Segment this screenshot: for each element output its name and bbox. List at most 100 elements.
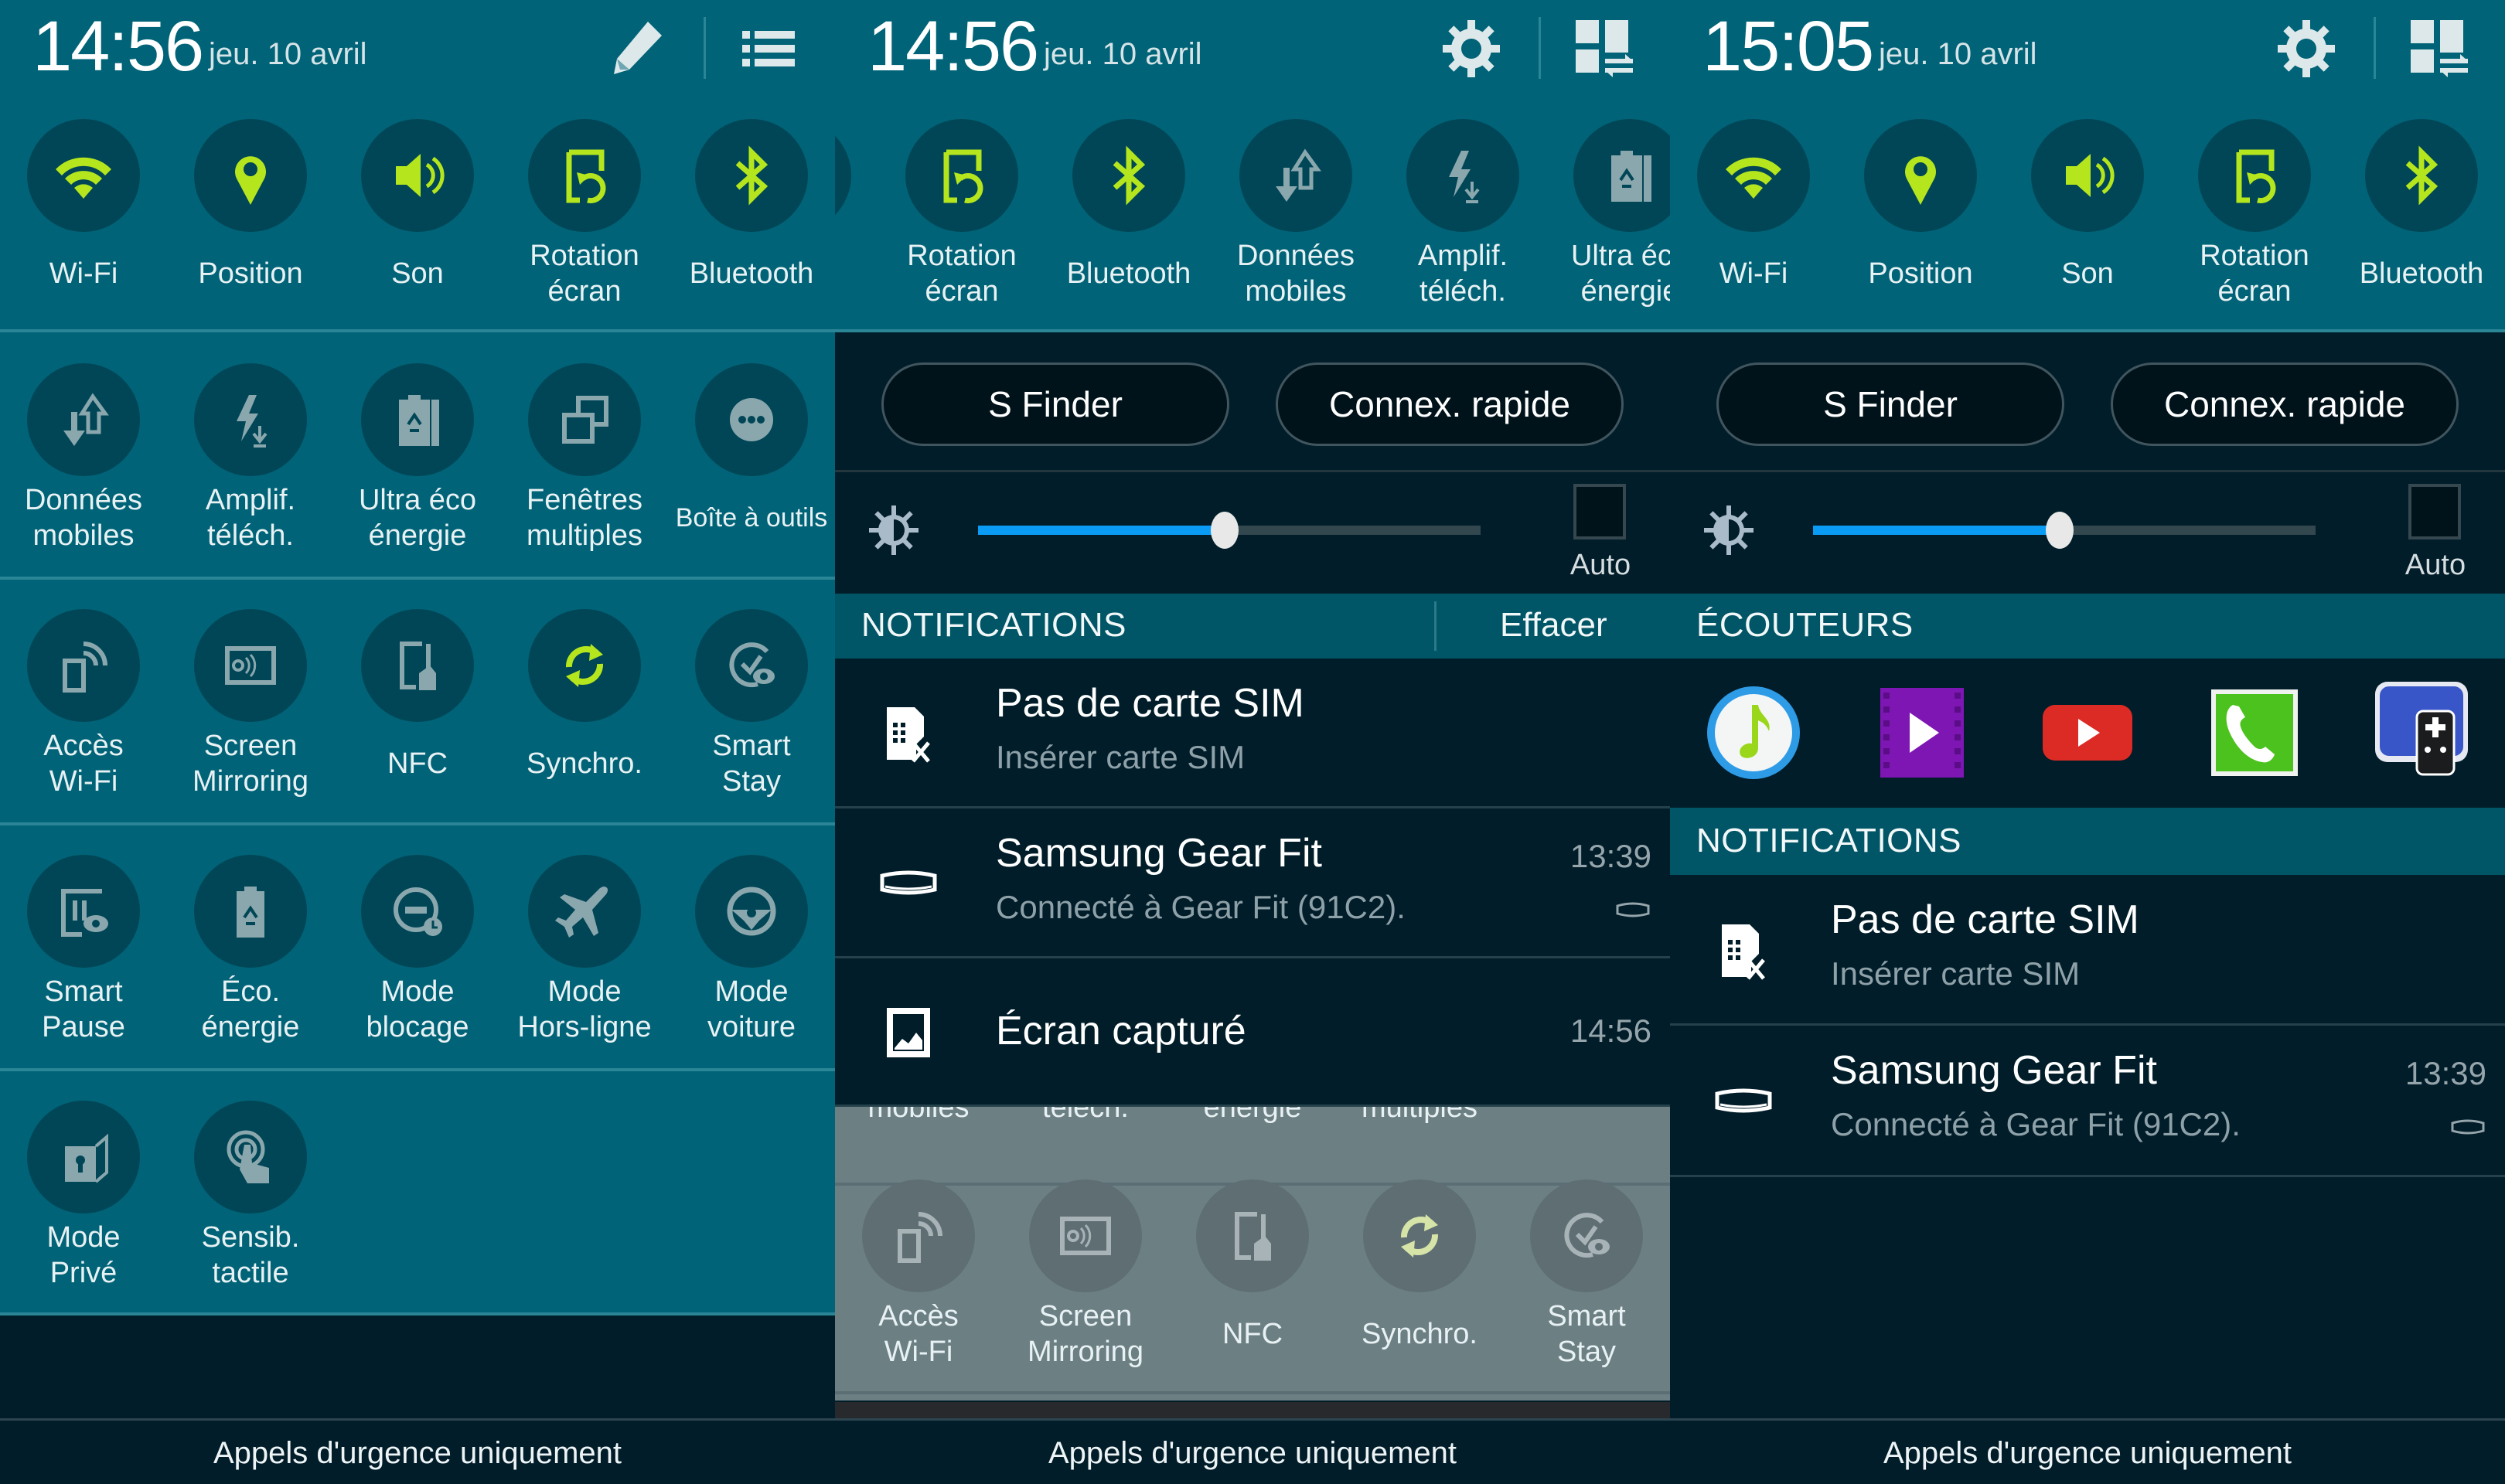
youtube-app-icon[interactable] (2040, 685, 2135, 781)
quick-setting-tile-multi-window[interactable]: Fenêtres multiples (501, 363, 668, 553)
toggle-button[interactable] (2031, 119, 2144, 232)
quick-setting-tile-private-mode[interactable]: Mode Privé (0, 1101, 167, 1291)
toggle-button[interactable] (528, 363, 641, 476)
toggle-button[interactable] (27, 119, 140, 232)
quick-setting-tile-bluetooth[interactable]: Bluetooth (668, 119, 835, 291)
toggle-button[interactable] (2198, 119, 2311, 232)
toggle-button[interactable] (528, 119, 641, 232)
toggle-button[interactable] (1196, 1179, 1309, 1292)
s-finder-button[interactable]: S Finder (881, 362, 1229, 446)
quick-setting-tile-screen-mirroring[interactable]: Screen Mirroring (167, 609, 334, 799)
brightness-slider[interactable] (1813, 512, 2316, 549)
quick-setting-tile-rotation[interactable]: Rotation écran (2171, 119, 2338, 309)
auto-brightness-checkbox[interactable] (1573, 484, 1626, 539)
toggle-button[interactable] (361, 119, 474, 232)
quick-setting-tile-download-booster[interactable]: Amplif. téléch. (167, 363, 334, 553)
toggle-button[interactable] (695, 363, 808, 476)
notification-item[interactable]: Écran capturé 14:56 (835, 958, 1670, 1107)
quick-setting-tile-car-mode[interactable]: Mode voiture (668, 855, 835, 1045)
brightness-slider[interactable] (978, 512, 1481, 549)
quick-setting-tile-hotspot[interactable]: Accès Wi-Fi (0, 609, 167, 799)
notification-item[interactable]: Pas de carte SIM Insérer carte SIM (835, 659, 1670, 808)
toggle-button[interactable] (1072, 119, 1185, 232)
quick-setting-tile-ultra-power-saving[interactable]: Ultra écoénergie (334, 363, 501, 553)
remote-app-icon[interactable] (2374, 680, 2469, 776)
quick-setting-tile-sync[interactable]: Synchro. (501, 609, 668, 781)
quick-connect-button[interactable]: Connex. rapide (2111, 362, 2459, 446)
toggle-button[interactable] (835, 119, 851, 232)
toggle-button[interactable] (27, 1101, 140, 1213)
toggle-button[interactable] (528, 855, 641, 968)
music-app-icon[interactable] (1706, 685, 1801, 781)
quick-setting-tile-nfc[interactable]: NFC (1169, 1179, 1336, 1352)
quick-setting-tile-sync[interactable]: Synchro. (1336, 1179, 1503, 1352)
quick-setting-tile-screen-mirroring[interactable]: Screen Mirroring (1002, 1179, 1169, 1370)
settings-gear-icon[interactable] (2273, 15, 2340, 82)
toggle-button[interactable] (1406, 119, 1519, 232)
quick-setting-tile-toolbox[interactable]: Boîte à outils (668, 363, 835, 536)
toggle-button[interactable] (27, 609, 140, 722)
toggle-button[interactable] (1697, 119, 1810, 232)
quick-setting-tile-download-booster[interactable]: Amplif. téléch. (1379, 119, 1546, 309)
toggle-button[interactable] (1239, 119, 1352, 232)
toggle-button[interactable] (1029, 1179, 1142, 1292)
toggle-button[interactable] (27, 855, 140, 968)
s-finder-button[interactable]: S Finder (1716, 362, 2064, 446)
quick-setting-tile-wifi[interactable]: Wi-Fi (0, 119, 167, 291)
quick-setting-tile-blocking-mode[interactable]: Mode blocage (334, 855, 501, 1045)
brightness-slider-thumb[interactable] (2045, 512, 2074, 549)
video-app-icon[interactable] (1874, 685, 1970, 781)
toggle-button[interactable] (905, 119, 1018, 232)
clear-button[interactable]: Effacer (1500, 606, 1607, 645)
toggle-button[interactable] (194, 119, 307, 232)
pencil-icon[interactable] (603, 15, 670, 82)
toggle-button[interactable] (27, 363, 140, 476)
toggle-button[interactable] (194, 855, 307, 968)
toggle-button[interactable] (862, 1179, 975, 1292)
quick-setting-tile-power-saving[interactable]: Éco. énergie (167, 855, 334, 1045)
toggle-button[interactable] (194, 609, 307, 722)
notification-item[interactable]: Pas de carte SIM Insérer carte SIM (1670, 875, 2505, 1026)
quick-setting-tile-speaker[interactable]: Son (835, 119, 878, 291)
notification-item[interactable]: Samsung Gear Fit Connecté à Gear Fit (91C… (835, 808, 1670, 958)
list-icon[interactable] (736, 15, 803, 82)
quick-setting-tile-touch-sensitivity[interactable]: Sensib. tactile (167, 1101, 334, 1291)
notification-item[interactable]: Samsung Gear Fit Connecté à Gear Fit (91C… (1670, 1026, 2505, 1177)
brightness-slider-thumb[interactable] (1210, 512, 1239, 549)
toggle-button[interactable] (1573, 119, 1670, 232)
toggle-button[interactable] (1363, 1179, 1476, 1292)
toggle-button[interactable] (194, 363, 307, 476)
quick-setting-tile-smart-stay[interactable]: Smart Stay (668, 609, 835, 799)
quick-connect-button[interactable]: Connex. rapide (1276, 362, 1624, 446)
quick-setting-tile-mobile-data[interactable]: Données mobiles (1212, 119, 1379, 309)
quick-setting-tile-ultra-power-saving[interactable]: Ultra écoénergie (1546, 119, 1670, 309)
toggle-button[interactable] (361, 855, 474, 968)
grid-edit-icon[interactable] (2406, 15, 2473, 82)
quick-setting-tile-nfc[interactable]: NFC (334, 609, 501, 781)
quick-setting-tile-bluetooth[interactable]: Bluetooth (2338, 119, 2505, 291)
quick-setting-tile-location-pin[interactable]: Position (1837, 119, 2004, 291)
phone-app-icon[interactable] (2207, 685, 2302, 781)
toggle-button[interactable] (361, 609, 474, 722)
toggle-button[interactable] (695, 119, 808, 232)
quick-setting-tile-hotspot[interactable]: Accès Wi-Fi (835, 1179, 1002, 1370)
quick-setting-tile-speaker[interactable]: Son (2004, 119, 2171, 291)
quick-setting-tile-speaker[interactable]: Son (334, 119, 501, 291)
quick-setting-tile-rotation[interactable]: Rotation écran (501, 119, 668, 309)
quick-setting-tile-location-pin[interactable]: Position (167, 119, 334, 291)
quick-setting-tile-airplane[interactable]: Mode Hors-ligne (501, 855, 668, 1045)
toggle-button[interactable] (2365, 119, 2478, 232)
quick-setting-tile-smart-pause[interactable]: Smart Pause (0, 855, 167, 1045)
toggle-button[interactable] (361, 363, 474, 476)
quick-setting-tile-bluetooth[interactable]: Bluetooth (1045, 119, 1212, 291)
toggle-button[interactable] (194, 1101, 307, 1213)
quick-setting-tile-wifi[interactable]: Wi-Fi (1670, 119, 1837, 291)
toggle-button[interactable] (695, 855, 808, 968)
toggle-button[interactable] (1864, 119, 1977, 232)
toggle-button[interactable] (528, 609, 641, 722)
toggle-button[interactable] (695, 609, 808, 722)
quick-setting-tile-mobile-data[interactable]: Données mobiles (0, 363, 167, 553)
toggle-button[interactable] (1530, 1179, 1643, 1292)
auto-brightness-checkbox[interactable] (2408, 484, 2461, 539)
quick-setting-tile-smart-stay[interactable]: Smart Stay (1503, 1179, 1670, 1370)
